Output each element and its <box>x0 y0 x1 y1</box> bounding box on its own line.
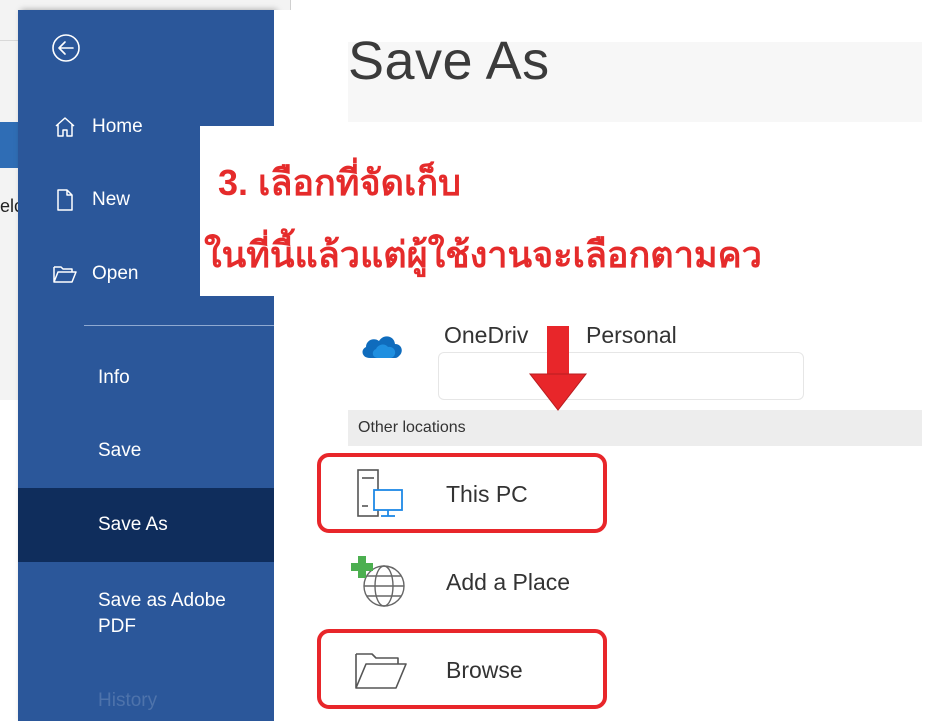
onedrive-account-box <box>438 352 804 400</box>
location-label: This PC <box>446 480 528 507</box>
sidebar-item-label: Save As <box>98 514 168 535</box>
background-selection-strip <box>0 122 20 168</box>
annotation-line-1: 3. เลือกที่จัดเก็บ <box>218 162 461 203</box>
location-browse[interactable]: Browse <box>350 638 910 702</box>
annotation-callout: 3. เลือกที่จัดเก็บ ในที่นี้แล้วแต่ผู้ใช้… <box>200 126 948 296</box>
location-add-a-place[interactable]: Add a Place <box>350 550 910 614</box>
onedrive-label-left: OneDriv <box>444 322 529 348</box>
page-title: Save As <box>348 31 550 91</box>
back-arrow-icon <box>52 34 80 62</box>
backstage-sidebar: Home New Open Info Save Save As Save as … <box>18 10 274 721</box>
sidebar-item-label: Open <box>92 263 139 284</box>
location-label: Browse <box>446 656 523 683</box>
add-place-globe-icon <box>350 554 410 610</box>
other-locations-header: Other locations <box>348 410 922 446</box>
onedrive-label-right: Personal <box>586 322 677 348</box>
annotation-line-2: ในที่นี้แล้วแต่ผู้ใช้งานจะเลือกตามคว <box>204 234 762 275</box>
location-this-pc[interactable]: This PC <box>350 462 910 526</box>
back-button[interactable] <box>50 32 82 64</box>
browse-folder-icon <box>350 642 410 698</box>
open-folder-icon <box>52 261 78 287</box>
sidebar-item-save[interactable]: Save <box>98 438 141 464</box>
new-document-icon <box>52 187 78 213</box>
red-down-arrow-icon <box>528 326 588 411</box>
sidebar-item-label: Home <box>92 116 143 137</box>
sidebar-item-history[interactable]: History <box>98 688 157 714</box>
sidebar-item-label: New <box>92 189 131 210</box>
location-label: Add a Place <box>446 568 571 595</box>
this-pc-icon <box>350 466 410 522</box>
home-icon <box>52 114 78 140</box>
sidebar-item-save-as[interactable]: Save As <box>18 488 274 562</box>
onedrive-cloud-icon <box>358 330 404 367</box>
sidebar-item-save-as-adobe-pdf[interactable]: Save as Adobe PDF <box>98 588 268 640</box>
sidebar-item-info[interactable]: Info <box>98 365 130 391</box>
sidebar-divider <box>84 325 274 326</box>
